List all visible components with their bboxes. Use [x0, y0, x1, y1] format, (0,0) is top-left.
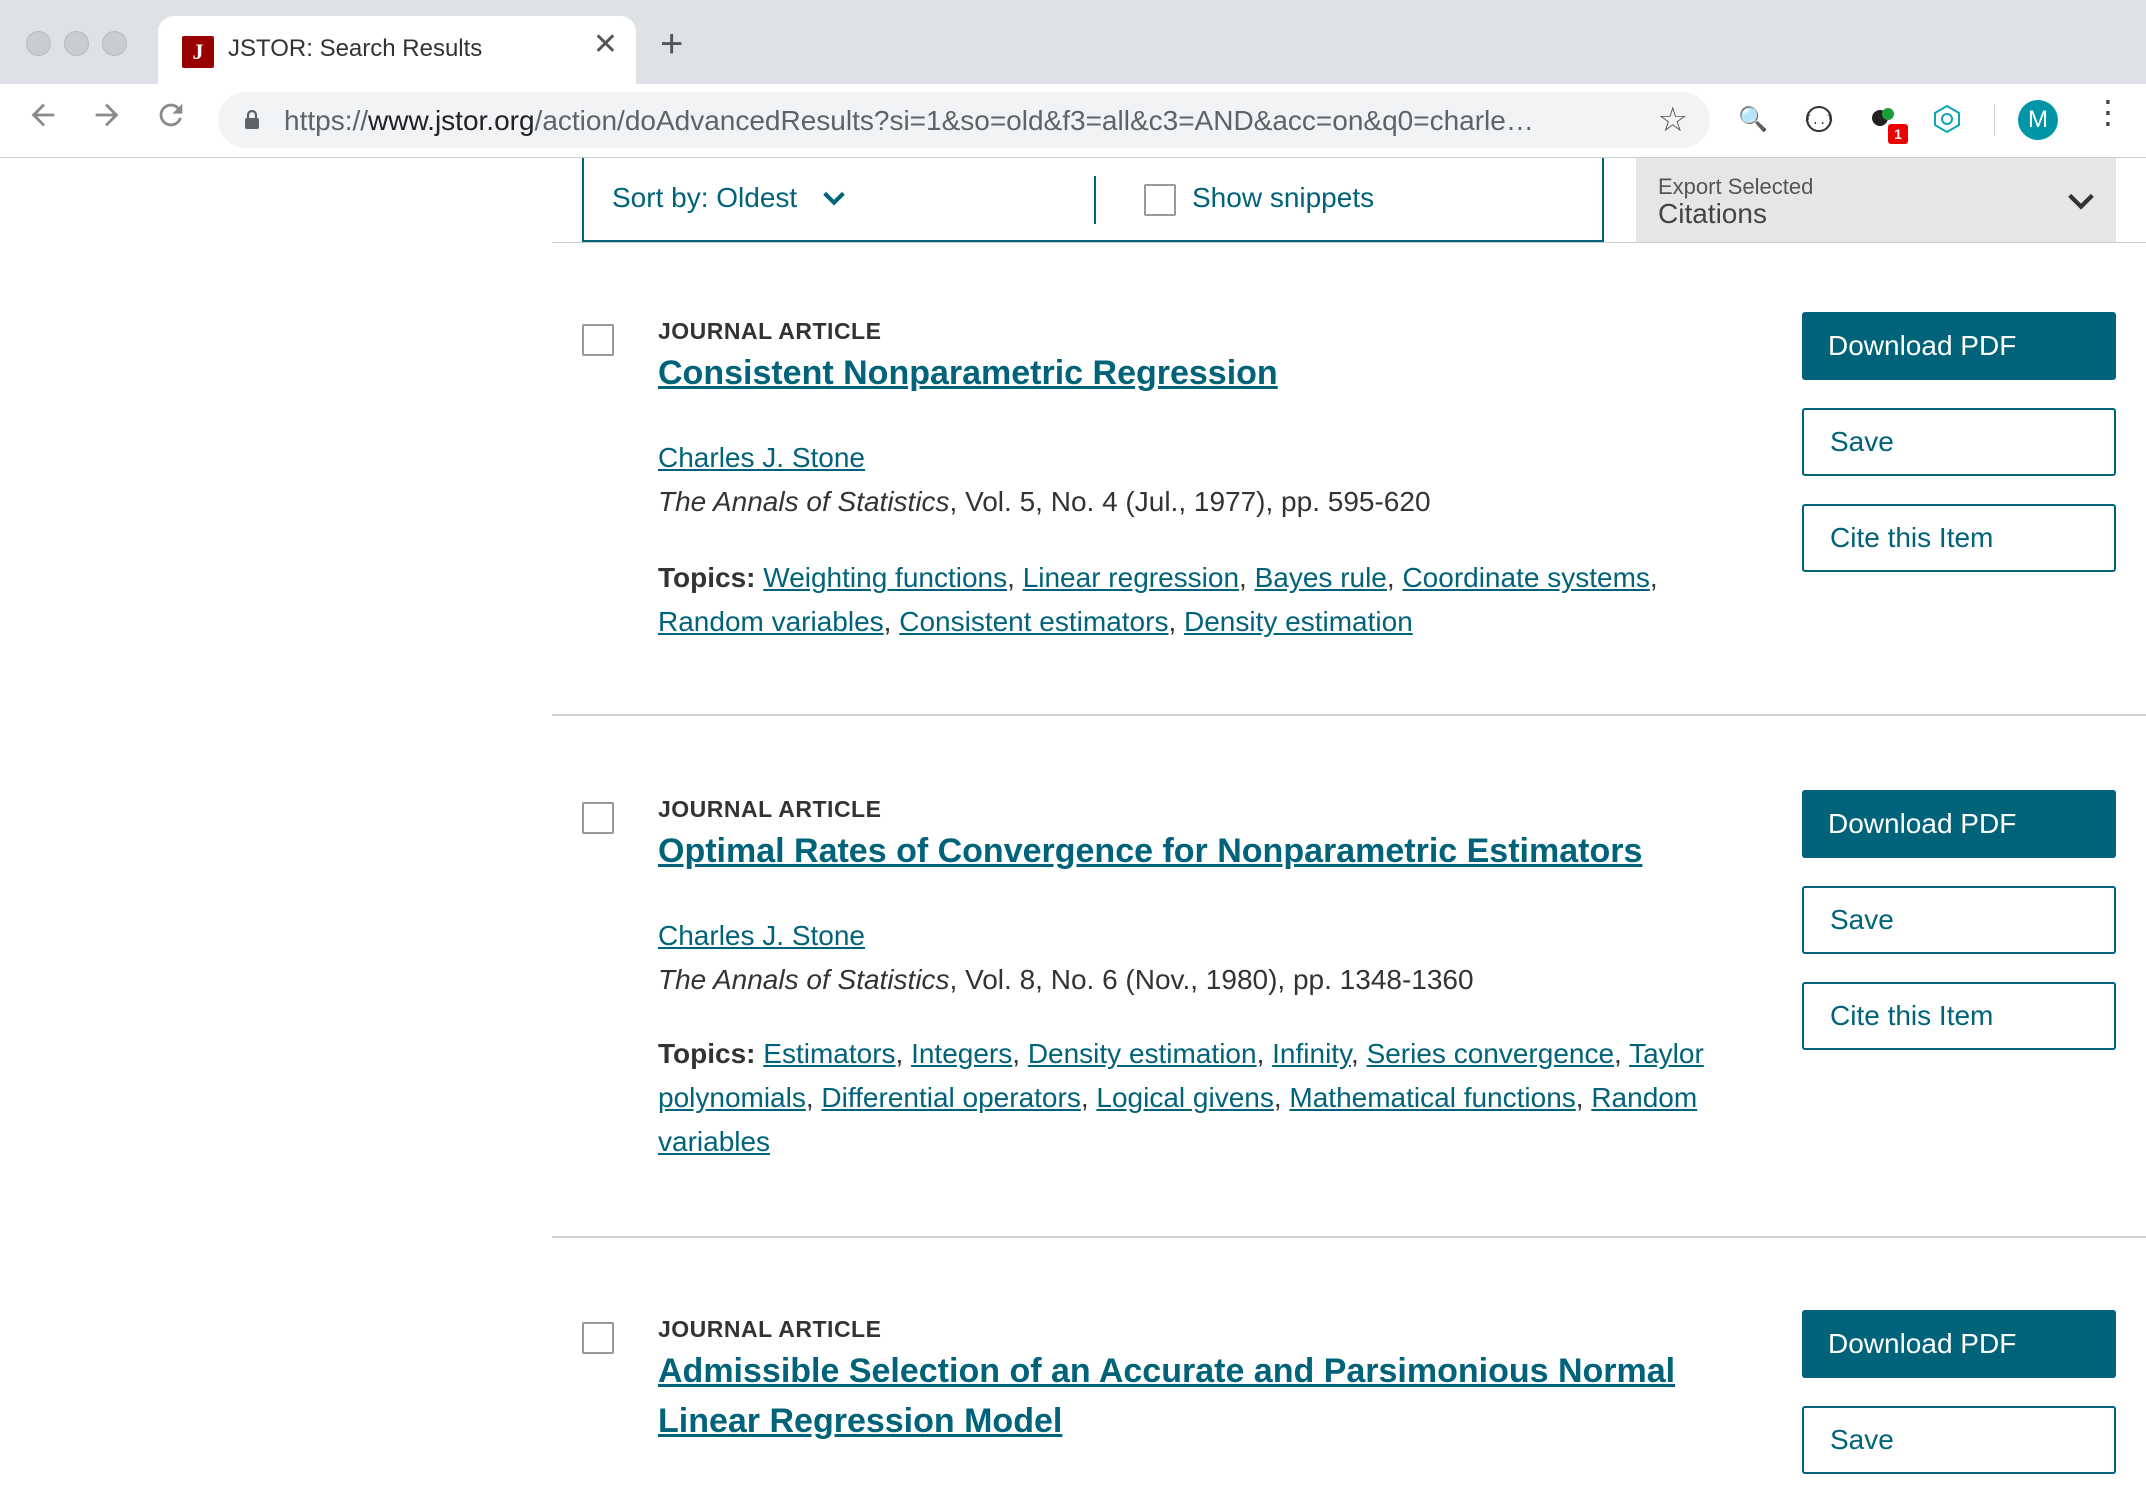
topic-link[interactable]: Infinity [1272, 1038, 1351, 1069]
topic-link[interactable]: Integers [911, 1038, 1012, 1069]
tab-title: JSTOR: Search Results [228, 35, 483, 62]
address-bar[interactable]: https://www.jstor.org/action/doAdvancedR… [218, 92, 1710, 148]
topic-link[interactable]: Mathematical functions [1289, 1082, 1575, 1113]
result-divider [552, 714, 2146, 716]
reload-icon[interactable] [154, 98, 188, 138]
download-pdf-button[interactable]: Download PDF [1802, 790, 2116, 858]
url-text: https://www.jstor.org/action/doAdvancedR… [284, 105, 1534, 136]
extension-search-icon[interactable]: 🔍 [1736, 102, 1770, 136]
result-type: JOURNAL ARTICLE [658, 1316, 882, 1342]
result-type: JOURNAL ARTICLE [658, 796, 882, 822]
result-select-checkbox[interactable] [582, 1322, 614, 1354]
sort-dropdown-label[interactable]: Sort by: Oldest [612, 182, 797, 214]
result-type: JOURNAL ARTICLE [658, 318, 882, 344]
sort-separator [1094, 176, 1096, 224]
sort-bar: Sort by: Oldest Show snippets [582, 158, 1604, 242]
jstor-favicon-icon: J [182, 36, 214, 68]
svg-text:{..}: {..} [1805, 113, 1834, 127]
cite-item-button[interactable]: Cite this Item [1802, 504, 2116, 572]
cite-item-button[interactable]: Cite this Item [1802, 982, 2116, 1050]
result-citation: The Annals of Statistics, Vol. 8, No. 6 … [658, 964, 1474, 995]
result-select-checkbox[interactable] [582, 802, 614, 834]
result-title-link[interactable]: Optimal Rates of Convergence for Nonpara… [658, 826, 1718, 876]
forward-arrow-icon[interactable] [90, 98, 124, 138]
export-main-label: Citations [1658, 198, 1767, 229]
window-zoom-dot[interactable] [102, 31, 127, 56]
result-citation: The Annals of Statistics, Vol. 5, No. 4 … [658, 486, 1431, 517]
window-close-dot[interactable] [26, 31, 51, 56]
download-pdf-button[interactable]: Download PDF [1802, 312, 2116, 380]
topic-link[interactable]: Density estimation [1184, 606, 1413, 637]
result-author-link[interactable]: Charles J. Stone [658, 920, 865, 952]
profile-avatar[interactable]: M [2018, 100, 2058, 140]
result-topics: Topics: Estimators, Integers, Density es… [658, 1038, 1704, 1157]
chevron-down-icon[interactable] [820, 184, 848, 212]
result-title-link[interactable]: Admissible Selection of an Accurate and … [658, 1346, 1718, 1446]
bookmark-star-icon[interactable]: ☆ [1658, 100, 1688, 140]
topic-link[interactable]: Linear regression [1023, 562, 1239, 593]
chevron-down-icon [2068, 193, 2094, 210]
extension-chat-icon[interactable]: 1 [1866, 102, 1908, 144]
topic-link[interactable]: Differential operators [821, 1082, 1080, 1113]
results-top-divider [552, 242, 2146, 243]
topic-link[interactable]: Coordinate systems [1402, 562, 1649, 593]
topic-link[interactable]: Random variables [658, 606, 884, 637]
result-divider [552, 1236, 2146, 1238]
extension-hexagon-icon[interactable] [1930, 102, 1964, 136]
save-button[interactable]: Save [1802, 1406, 2116, 1474]
more-vert-icon[interactable]: ⋮ [2092, 96, 2124, 128]
export-top-label: Export Selected [1658, 174, 1814, 199]
tab-close-icon[interactable]: ✕ [593, 30, 618, 60]
download-pdf-button[interactable]: Download PDF [1802, 1310, 2116, 1378]
result-topics: Topics: Weighting functions, Linear regr… [658, 562, 1658, 637]
topic-link[interactable]: Bayes rule [1255, 562, 1387, 593]
new-tab-icon[interactable]: + [660, 24, 683, 64]
back-arrow-icon[interactable] [26, 98, 60, 138]
result-author-link[interactable]: Charles J. Stone [658, 442, 865, 474]
result-select-checkbox[interactable] [582, 324, 614, 356]
extension-json-icon[interactable]: {..} [1802, 102, 1836, 136]
topic-link[interactable]: Estimators [763, 1038, 895, 1069]
browser-toolbar: https://www.jstor.org/action/doAdvancedR… [0, 84, 2146, 158]
extension-badge: 1 [1888, 124, 1908, 144]
topic-link[interactable]: Logical givens [1096, 1082, 1273, 1113]
page-content: Sort by: Oldest Show snippets Export Sel… [0, 158, 2146, 1498]
browser-tab-bar: J JSTOR: Search Results ✕ + [0, 0, 2146, 84]
topic-link[interactable]: Consistent estimators [899, 606, 1168, 637]
export-citations-dropdown[interactable]: Export Selected Citations [1636, 158, 2116, 242]
save-button[interactable]: Save [1802, 408, 2116, 476]
topic-link[interactable]: Series convergence [1367, 1038, 1614, 1069]
window-minimize-dot[interactable] [64, 31, 89, 56]
show-snippets-label[interactable]: Show snippets [1192, 182, 1374, 214]
lock-icon [245, 110, 259, 129]
show-snippets-checkbox[interactable] [1144, 184, 1176, 216]
toolbar-divider [1994, 104, 1995, 136]
topic-link[interactable]: Density estimation [1028, 1038, 1257, 1069]
result-title-link[interactable]: Consistent Nonparametric Regression [658, 348, 1718, 398]
save-button[interactable]: Save [1802, 886, 2116, 954]
topic-link[interactable]: Weighting functions [763, 562, 1007, 593]
browser-tab-active[interactable]: J JSTOR: Search Results ✕ [158, 16, 636, 84]
